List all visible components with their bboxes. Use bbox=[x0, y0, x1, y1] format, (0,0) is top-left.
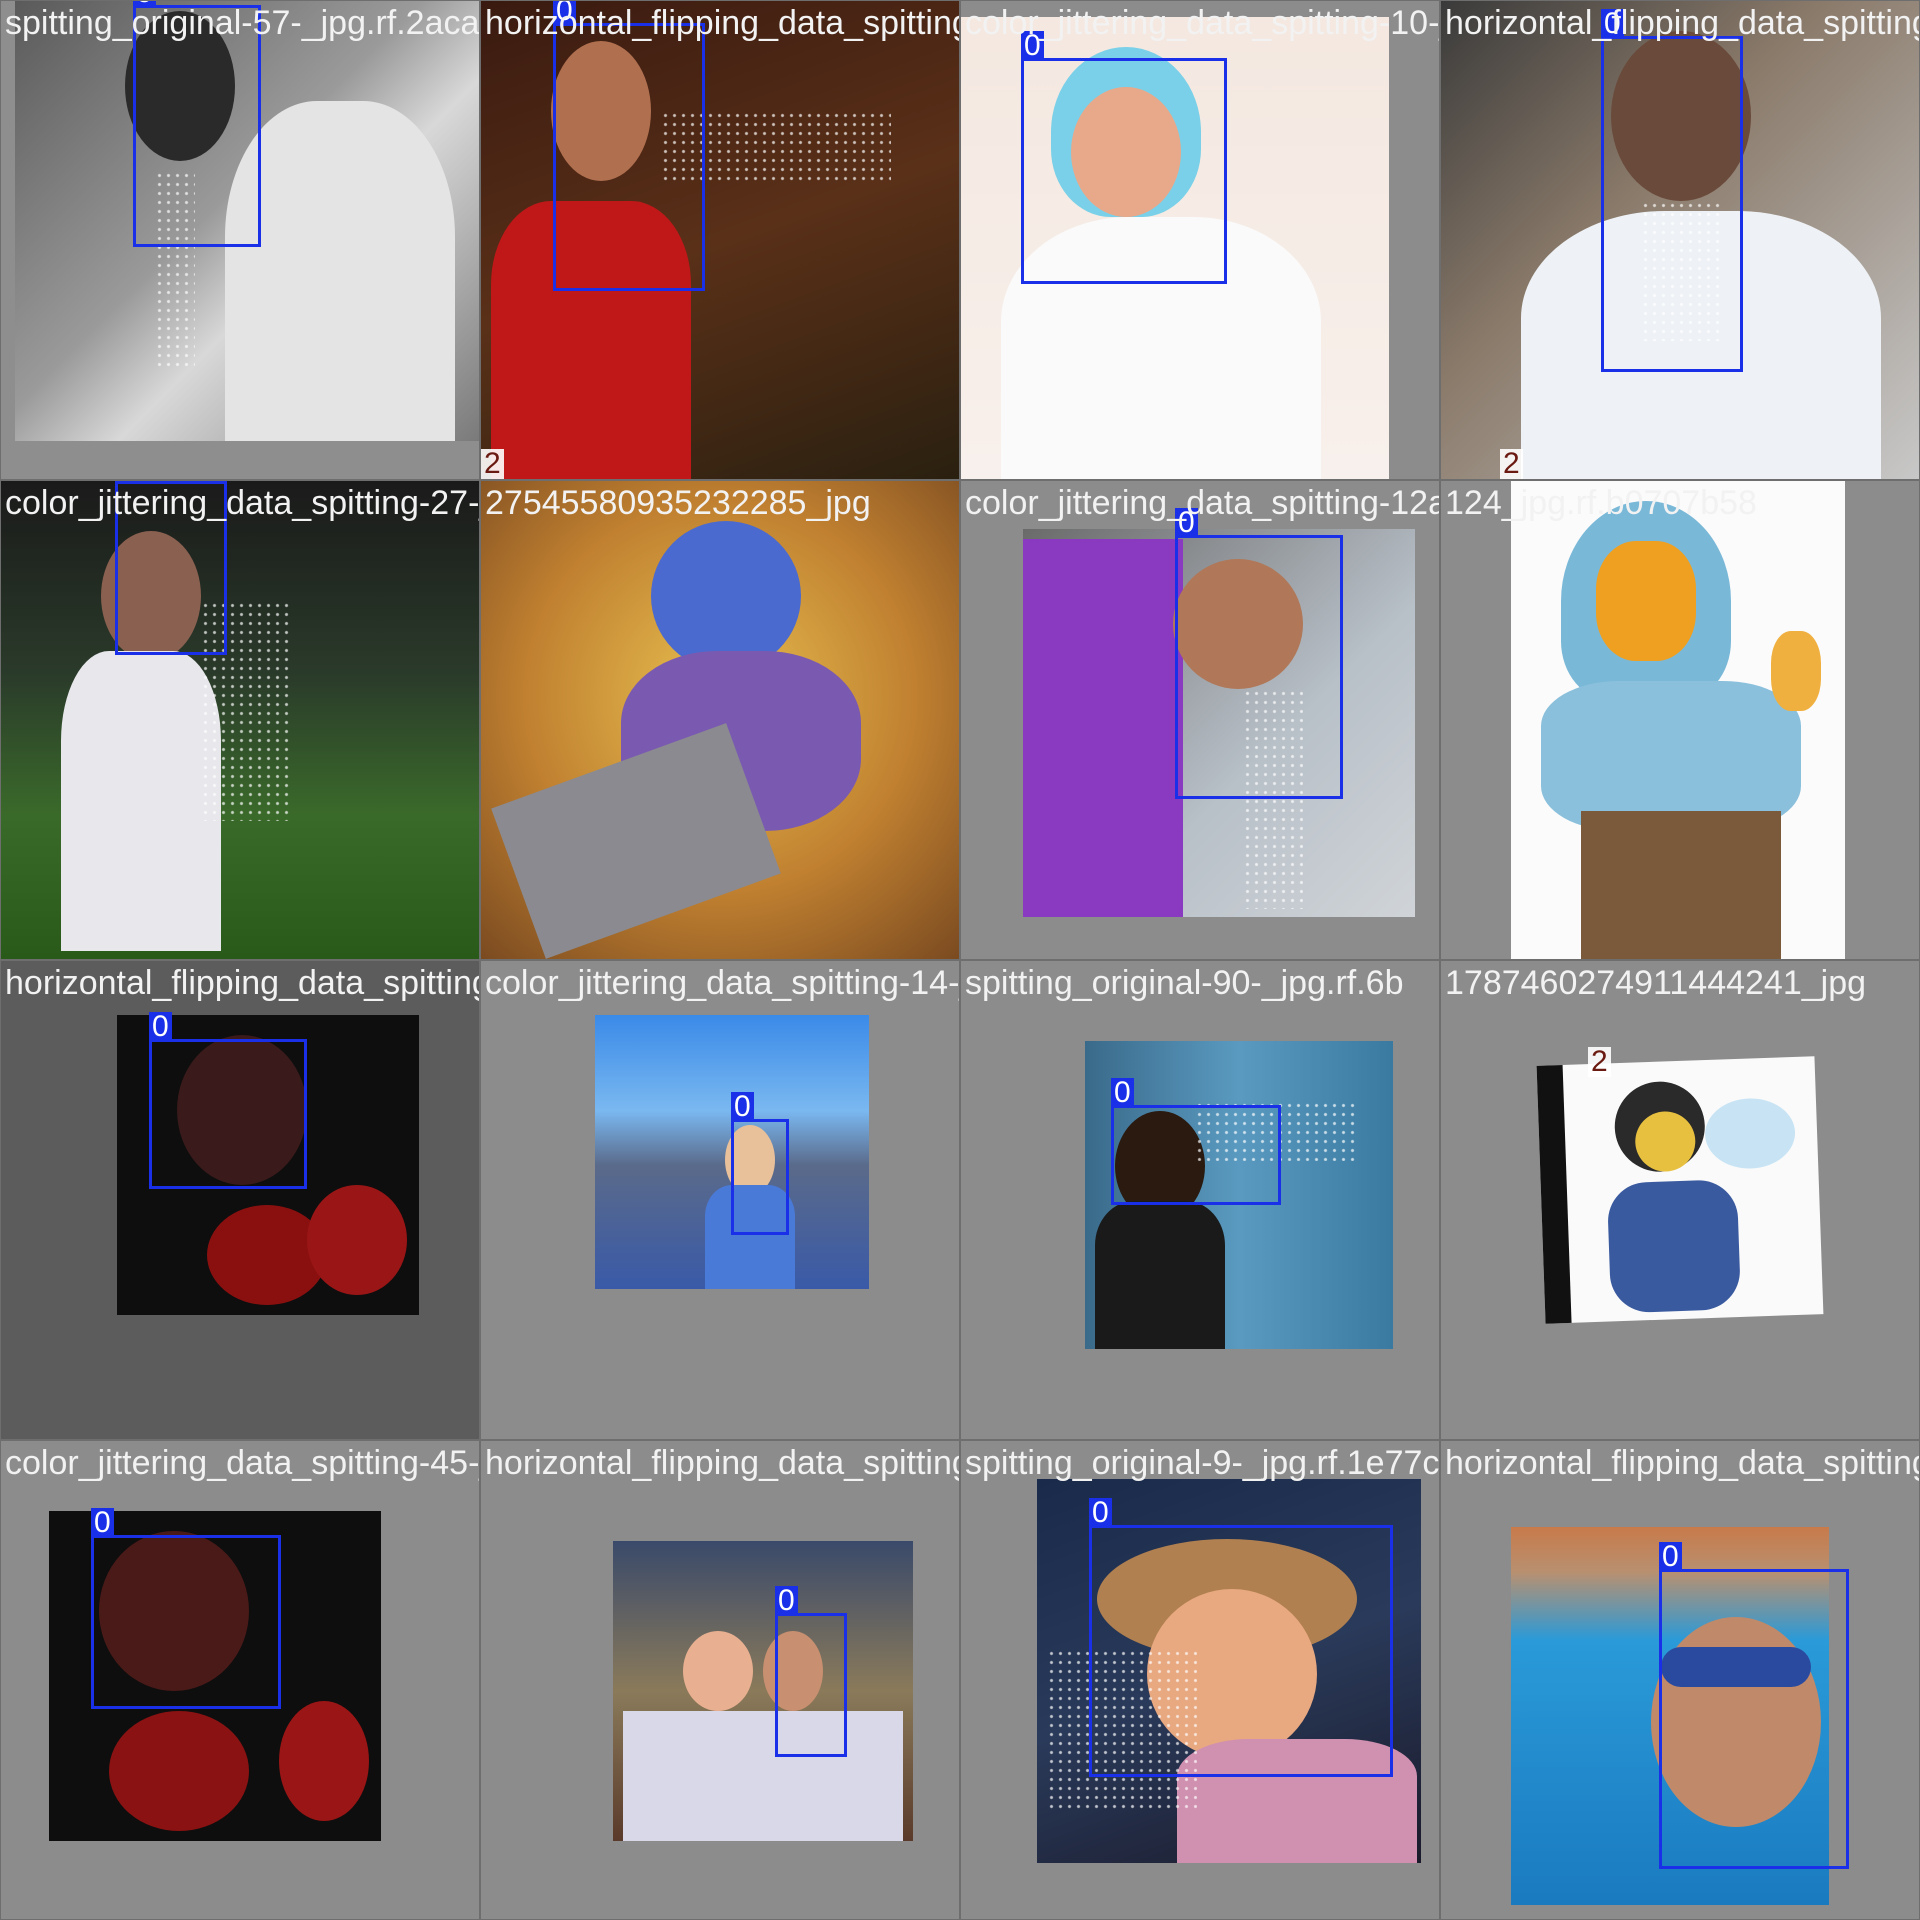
bounding-box: 0 bbox=[731, 1092, 789, 1235]
tile-5: 0 color_jittering_data_spitting-27-jpeg bbox=[1, 481, 479, 959]
file-label: color_jittering_data_spitting-12a-jpg bbox=[965, 484, 1439, 522]
tile-1: 0 spitting_original-57-_jpg.rf.2acab6bf2… bbox=[1, 1, 479, 479]
file-label: 1787460274911444241_jpg bbox=[1445, 964, 1867, 1002]
bounding-box: 0 bbox=[553, 1, 705, 291]
file-label: horizontal_flipping_data_spitting- bbox=[485, 4, 959, 42]
file-label: 27545580935232285_jpg bbox=[485, 484, 871, 522]
tile-8: 124_jpg.rf.b0707b58 bbox=[1441, 481, 1919, 959]
tile-11: 0 spitting_original-90-_jpg.rf.6b bbox=[961, 961, 1439, 1439]
class-tag: 0 bbox=[1659, 1542, 1682, 1572]
class-tag: 2 bbox=[1500, 449, 1523, 479]
bounding-box: 0 bbox=[1021, 31, 1227, 284]
tile-10: 0 color_jittering_data_spitting-14-jpg bbox=[481, 961, 959, 1439]
class-tag: 0 bbox=[91, 1508, 114, 1538]
file-label: color_jittering_data_spitting-45-jpg bbox=[5, 1444, 479, 1482]
tile-2: 0 2 horizontal_flipping_data_spitting- bbox=[481, 1, 959, 479]
tile-4: 0 2 horizontal_flipping_data_spitting-13… bbox=[1441, 1, 1919, 479]
bounding-box: 0 bbox=[775, 1586, 847, 1757]
bounding-box: 0 bbox=[1659, 1542, 1849, 1869]
file-label: horizontal_flipping_data_spitting- bbox=[485, 1444, 959, 1482]
class-tag: 0 bbox=[731, 1092, 754, 1122]
tile-14: 0 horizontal_flipping_data_spitting- bbox=[481, 1441, 959, 1919]
class-tag: 0 bbox=[1111, 1078, 1134, 1108]
photo-12 bbox=[1536, 1056, 1824, 1324]
photo-14 bbox=[613, 1541, 913, 1841]
photo-8 bbox=[1511, 481, 1845, 959]
class-tag: 0 bbox=[149, 1012, 172, 1042]
tile-7: 0 color_jittering_data_spitting-12a-jpg bbox=[961, 481, 1439, 959]
tile-15: 0 spitting_original-9-_jpg.rf.1e77c2a802… bbox=[961, 1441, 1439, 1919]
file-label: spitting_original-9-_jpg.rf.1e77c2a8022 bbox=[965, 1444, 1439, 1482]
tile-9: 0 horizontal_flipping_data_spitting-45-j… bbox=[1, 961, 479, 1439]
file-label: horizontal_flipping_data_spitting bbox=[1445, 1444, 1919, 1482]
bounding-box: 0 bbox=[1175, 508, 1343, 799]
tile-6: 27545580935232285_jpg bbox=[481, 481, 959, 959]
tile-13: 0 color_jittering_data_spitting-45-jpg bbox=[1, 1441, 479, 1919]
file-label: spitting_original-57-_jpg.rf.2acab6bf2c0 bbox=[5, 4, 479, 42]
detection-mosaic: 0 spitting_original-57-_jpg.rf.2acab6bf2… bbox=[0, 0, 1920, 1920]
file-label: color_jittering_data_spitting-14-jpg bbox=[485, 964, 959, 1002]
file-label: spitting_original-90-_jpg.rf.6b bbox=[965, 964, 1404, 1002]
class-tag: 0 bbox=[775, 1586, 798, 1616]
file-label: 124_jpg.rf.b0707b58 bbox=[1445, 484, 1757, 522]
class-tag: 2 bbox=[481, 449, 504, 479]
bounding-box: 0 bbox=[1089, 1498, 1393, 1777]
bounding-box: 0 bbox=[149, 1012, 307, 1189]
file-label: horizontal_flipping_data_spitting-13-jpg bbox=[1445, 4, 1919, 42]
tile-16: 0 horizontal_flipping_data_spitting bbox=[1441, 1441, 1919, 1919]
class-tag: 0 bbox=[1089, 1498, 1112, 1528]
photo-6 bbox=[481, 481, 959, 959]
file-label: color_jittering_data_spitting-27-jpeg bbox=[5, 484, 479, 522]
tile-3: 0 color_jittering_data_spitting-10-jpg bbox=[961, 1, 1439, 479]
bounding-box: 0 bbox=[1111, 1078, 1281, 1205]
photo-5 bbox=[1, 481, 479, 959]
bounding-box: 0 bbox=[1601, 9, 1743, 372]
tile-12: 2 1787460274911444241_jpg bbox=[1441, 961, 1919, 1439]
bounding-box: 0 bbox=[91, 1508, 281, 1709]
class-tag: 2 bbox=[1588, 1047, 1611, 1077]
file-label: color_jittering_data_spitting-10-jpg bbox=[965, 4, 1439, 42]
file-label: horizontal_flipping_data_spitting-45-jpg bbox=[5, 964, 479, 1002]
